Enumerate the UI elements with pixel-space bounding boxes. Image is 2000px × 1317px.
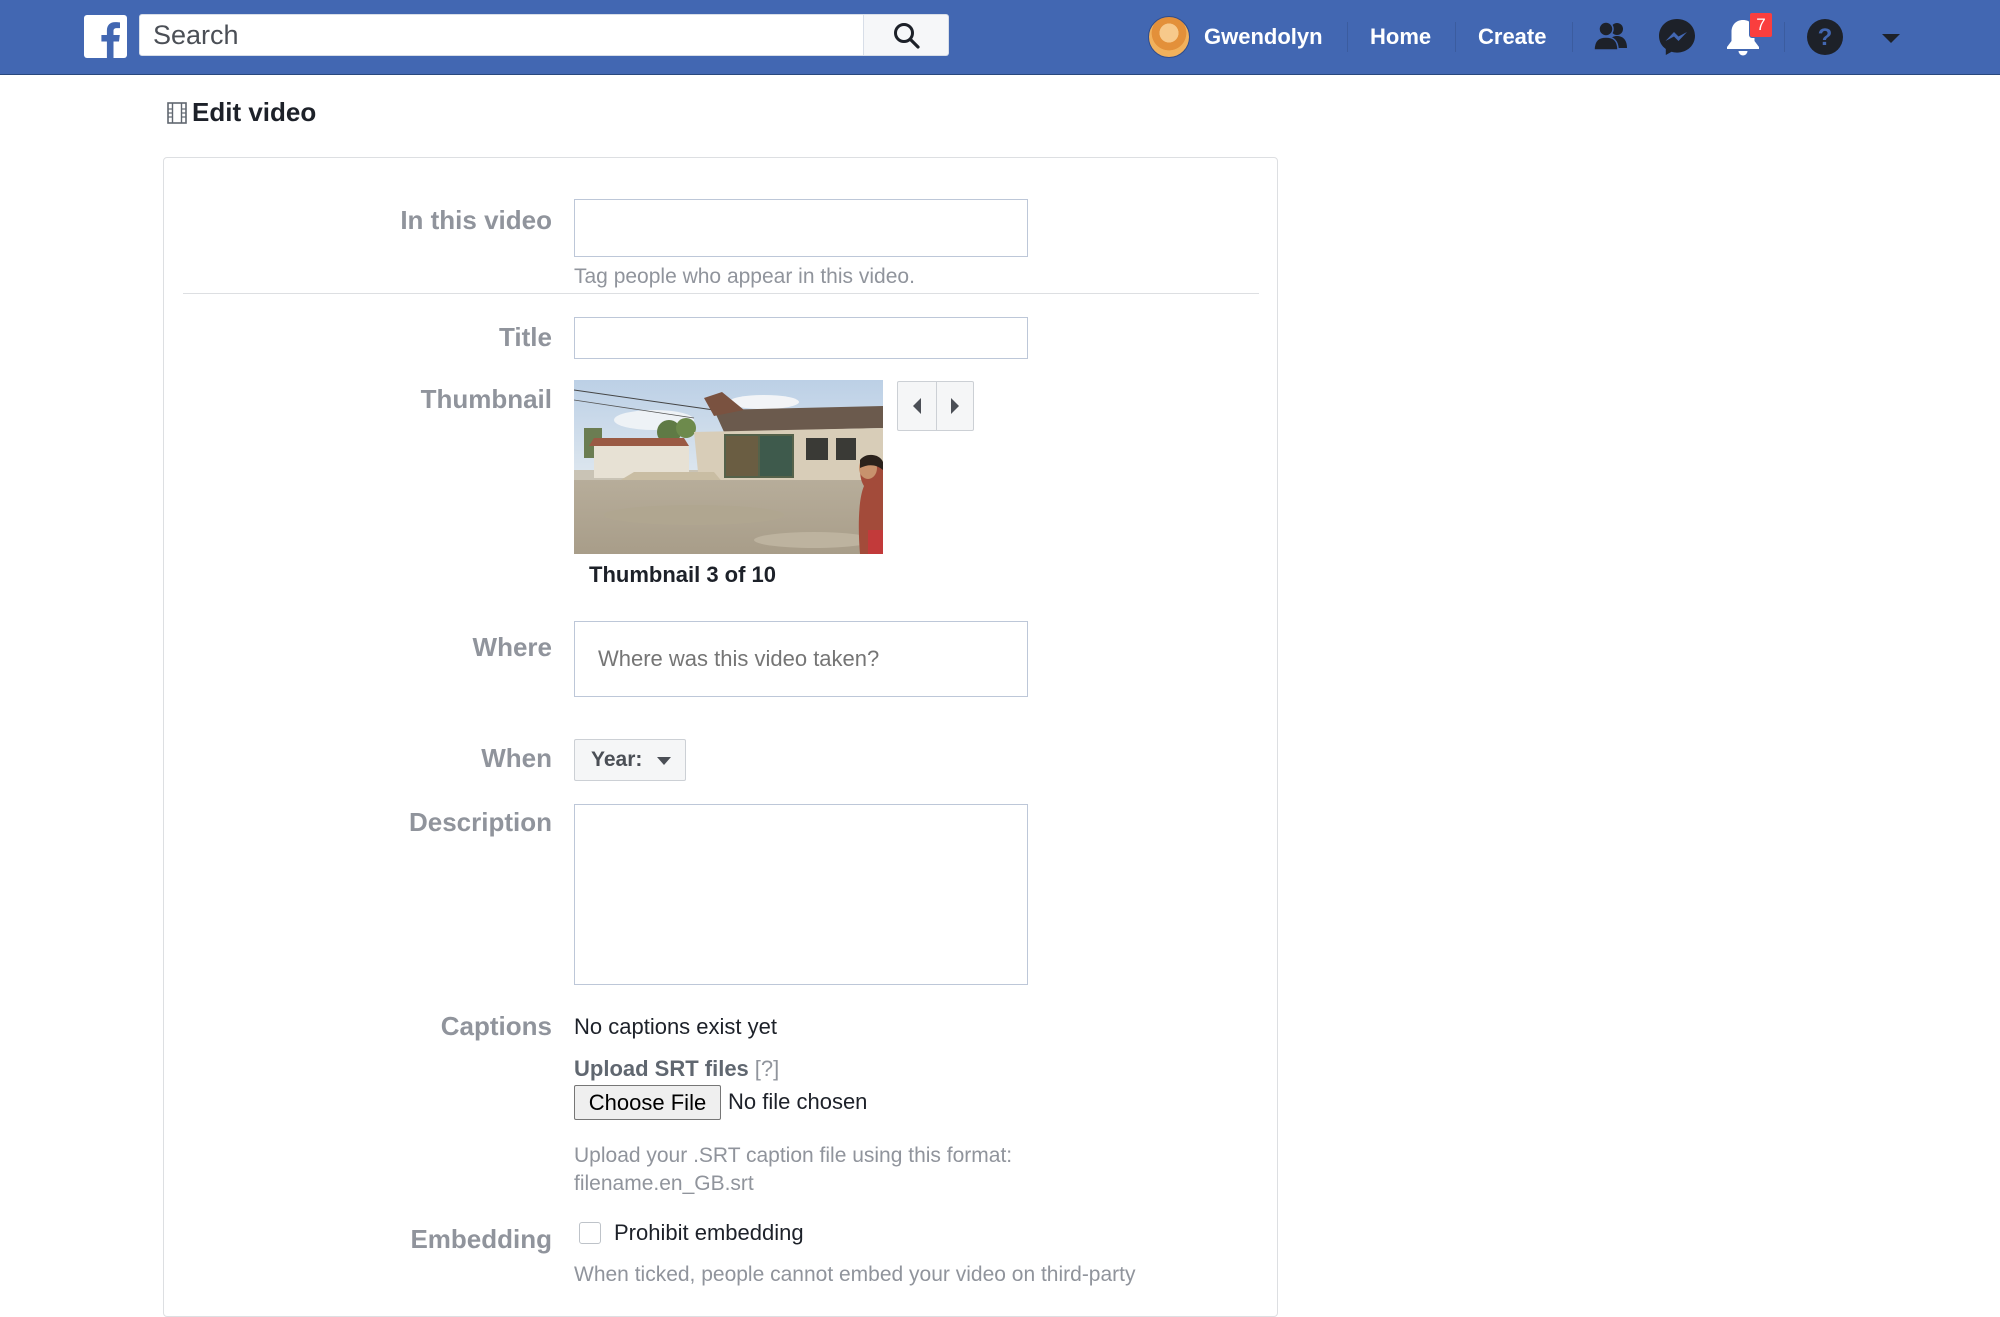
srt-format-hint-line2: filename.en_GB.srt <box>574 1172 754 1195</box>
title-label: Title <box>499 322 552 352</box>
profile-link[interactable]: Gwendolyn <box>1204 22 1323 52</box>
thumbnail-navigation <box>897 381 974 431</box>
nav-divider <box>1455 22 1456 52</box>
upload-srt-text: Upload SRT files <box>574 1056 749 1081</box>
next-thumbnail-button[interactable] <box>936 382 974 430</box>
section-divider <box>183 293 1259 294</box>
captions-status: No captions exist yet <box>574 1014 777 1039</box>
caret-right-icon <box>951 398 959 414</box>
where-label: Where <box>472 632 552 662</box>
thumbnail-image <box>574 380 883 554</box>
search-icon <box>894 23 920 49</box>
top-navigation-bar: Gwendolyn Home Create 7 ? <box>0 0 2000 75</box>
page-title: Edit video <box>192 97 317 127</box>
description-textarea[interactable] <box>574 804 1028 985</box>
title-input[interactable] <box>574 317 1028 359</box>
when-label: When <box>481 743 552 773</box>
caret-left-icon <box>913 398 921 414</box>
friend-requests-icon[interactable] <box>1588 14 1634 60</box>
prohibit-embedding-checkbox[interactable] <box>579 1222 601 1244</box>
messenger-icon[interactable] <box>1654 14 1700 60</box>
nav-divider <box>1784 22 1785 52</box>
film-strip-icon <box>167 102 187 124</box>
nav-divider <box>1347 22 1348 52</box>
thumbnail-counter: Thumbnail 3 of 10 <box>589 562 777 587</box>
file-chosen-status: No file chosen <box>728 1089 868 1114</box>
captions-label: Captions <box>440 1011 552 1041</box>
nav-home-link[interactable]: Home <box>1370 22 1431 52</box>
search-button[interactable] <box>864 14 949 56</box>
year-dropdown-label: Year: <box>591 748 643 771</box>
srt-format-hint-line1: Upload your .SRT caption file using this… <box>574 1144 1013 1167</box>
facebook-f-logo-icon[interactable] <box>84 15 127 58</box>
prohibit-embedding-label[interactable]: Prohibit embedding <box>614 1219 804 1247</box>
notification-count-badge: 7 <box>1749 12 1773 38</box>
help-question-icon[interactable]: ? <box>1802 14 1848 60</box>
search-input[interactable] <box>139 14 864 56</box>
tag-people-input[interactable] <box>574 199 1028 257</box>
choose-file-button[interactable]: Choose File <box>574 1085 721 1120</box>
embedding-hint: When ticked, people cannot embed your vi… <box>574 1263 1136 1286</box>
description-label: Description <box>408 807 552 837</box>
where-location-input[interactable] <box>574 621 1028 697</box>
srt-help-link[interactable]: [?] <box>755 1056 779 1081</box>
nav-create-link[interactable]: Create <box>1478 22 1546 52</box>
caret-down-icon <box>657 757 671 765</box>
tag-people-hint: Tag people who appear in this video. <box>574 265 915 288</box>
nav-divider <box>1572 22 1573 52</box>
svg-text:?: ? <box>1818 24 1833 51</box>
upload-srt-label: Upload SRT files [?] <box>574 1055 779 1083</box>
caret-down-icon[interactable] <box>1868 14 1914 60</box>
year-dropdown[interactable]: Year: <box>574 739 686 781</box>
avatar[interactable] <box>1148 16 1190 58</box>
thumbnail-label: Thumbnail <box>420 384 552 414</box>
previous-thumbnail-button[interactable] <box>898 382 937 430</box>
embedding-label: Embedding <box>410 1224 552 1254</box>
in-this-video-label: In this video <box>400 205 552 235</box>
